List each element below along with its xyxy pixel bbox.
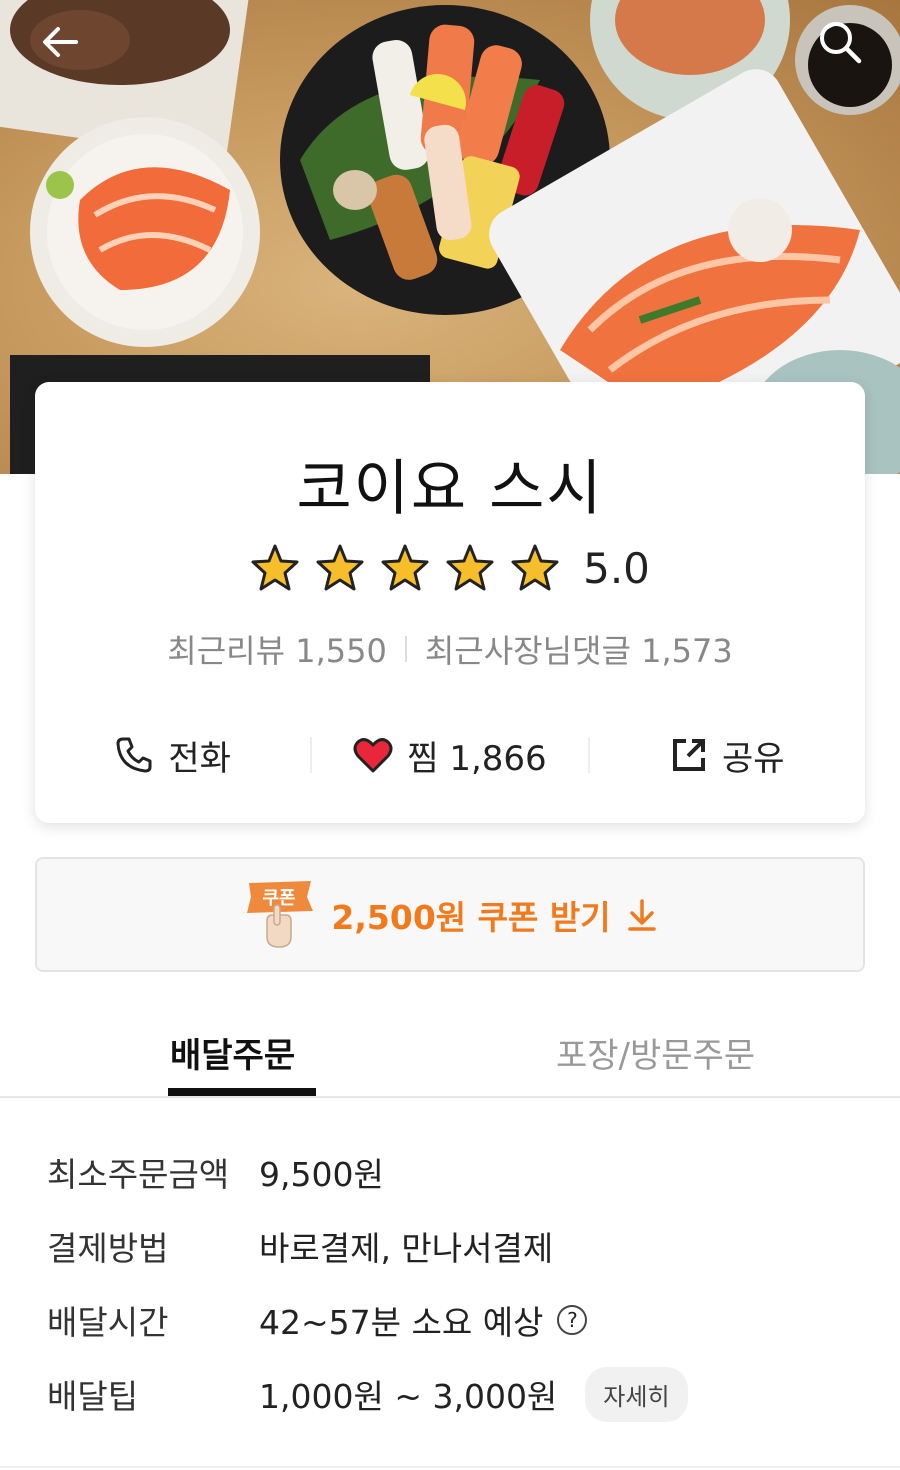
star-icon — [446, 544, 494, 591]
delivery-time-value-wrap: 42~57분 소요 예상 ? — [259, 1296, 588, 1344]
delivery-tip-label: 배달팁 — [47, 1377, 139, 1416]
payment-label: 결제방법 — [47, 1229, 169, 1268]
active-tab-indicator — [168, 1088, 316, 1096]
review-counts: 최근리뷰 1,550 최근사장님댓글 1,573 — [0, 626, 900, 672]
tab-pickup[interactable]: 포장/방문주문 — [556, 1028, 755, 1077]
delivery-time-row: 배달시간 42~57분 소요 예상 ? — [47, 1296, 588, 1344]
order-type-tabs: 배달주문 포장/방문주문 — [0, 1010, 900, 1098]
search-button[interactable] — [810, 12, 870, 72]
star-icon — [511, 544, 559, 591]
min-order-value: 9,500원 — [259, 1155, 384, 1194]
divider — [0, 1466, 900, 1468]
wish-label: 찜 1,866 — [407, 738, 547, 779]
back-button[interactable] — [30, 12, 90, 72]
action-bar: 전화 찜 1,866 공유 — [35, 720, 865, 790]
payment-value: 바로결제, 만나서결제 — [259, 1229, 554, 1268]
rating-row: 5.0 — [0, 543, 900, 593]
min-order-label: 최소주문금액 — [47, 1155, 230, 1194]
star-icon — [381, 544, 429, 591]
heart-icon — [353, 738, 393, 773]
delivery-time-label: 배달시간 — [47, 1303, 169, 1342]
download-arrow-icon — [627, 898, 656, 931]
store-name: 코이요 스시 — [296, 454, 604, 524]
help-icon[interactable]: ? — [557, 1305, 588, 1335]
tip-detail-button[interactable]: 자세히 — [585, 1366, 688, 1422]
star-icon — [316, 544, 364, 591]
coupon-text: 2,500원 쿠폰 받기 — [331, 897, 611, 937]
share-label: 공유 — [722, 738, 785, 779]
rating-value: 5.0 — [583, 543, 650, 593]
delivery-tip-value: 1,000원 ~ 3,000원 — [259, 1377, 558, 1416]
recent-review-count[interactable]: 최근리뷰 1,550 — [167, 626, 387, 672]
coupon-download-button[interactable]: 쿠폰 2,500원 쿠폰 받기 — [35, 857, 865, 972]
tab-delivery[interactable]: 배달주문 — [170, 1028, 295, 1077]
share-button[interactable]: 공유 — [590, 731, 865, 780]
payment-row: 결제방법 바로결제, 만나서결제 — [47, 1224, 553, 1268]
phone-icon — [116, 737, 152, 773]
divider — [404, 636, 407, 662]
coupon-badge-icon: 쿠폰 — [247, 880, 314, 948]
search-icon — [820, 22, 862, 64]
delivery-tip-row: 배달팁 1,000원 ~ 3,000원 자세히 — [47, 1366, 688, 1422]
call-button[interactable]: 전화 — [35, 731, 310, 780]
star-icon — [251, 544, 299, 591]
delivery-tip-value-wrap: 1,000원 ~ 3,000원 자세히 — [259, 1366, 688, 1422]
owner-reply-count[interactable]: 최근사장님댓글 1,573 — [425, 626, 733, 672]
back-arrow-icon — [43, 27, 78, 57]
share-icon — [673, 739, 706, 771]
delivery-time-value: 42~57분 소요 예상 — [259, 1303, 544, 1342]
min-order-row: 최소주문금액 9,500원 — [47, 1150, 384, 1194]
call-label: 전화 — [168, 738, 231, 779]
wish-button[interactable]: 찜 1,866 — [312, 731, 587, 780]
